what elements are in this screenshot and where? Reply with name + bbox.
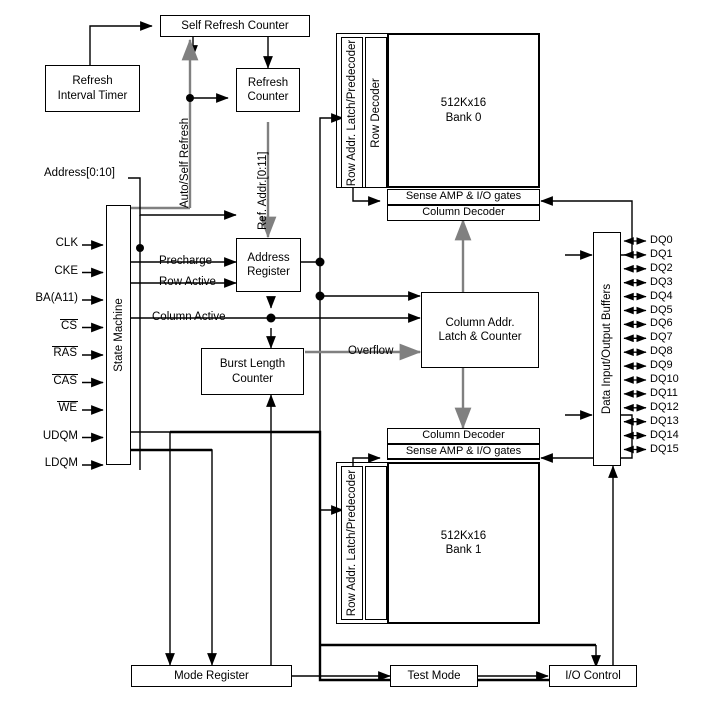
sdram-block-diagram: Self Refresh Counter Refresh Interval Ti… [0,0,707,710]
dq-pin-arrows [623,237,647,454]
